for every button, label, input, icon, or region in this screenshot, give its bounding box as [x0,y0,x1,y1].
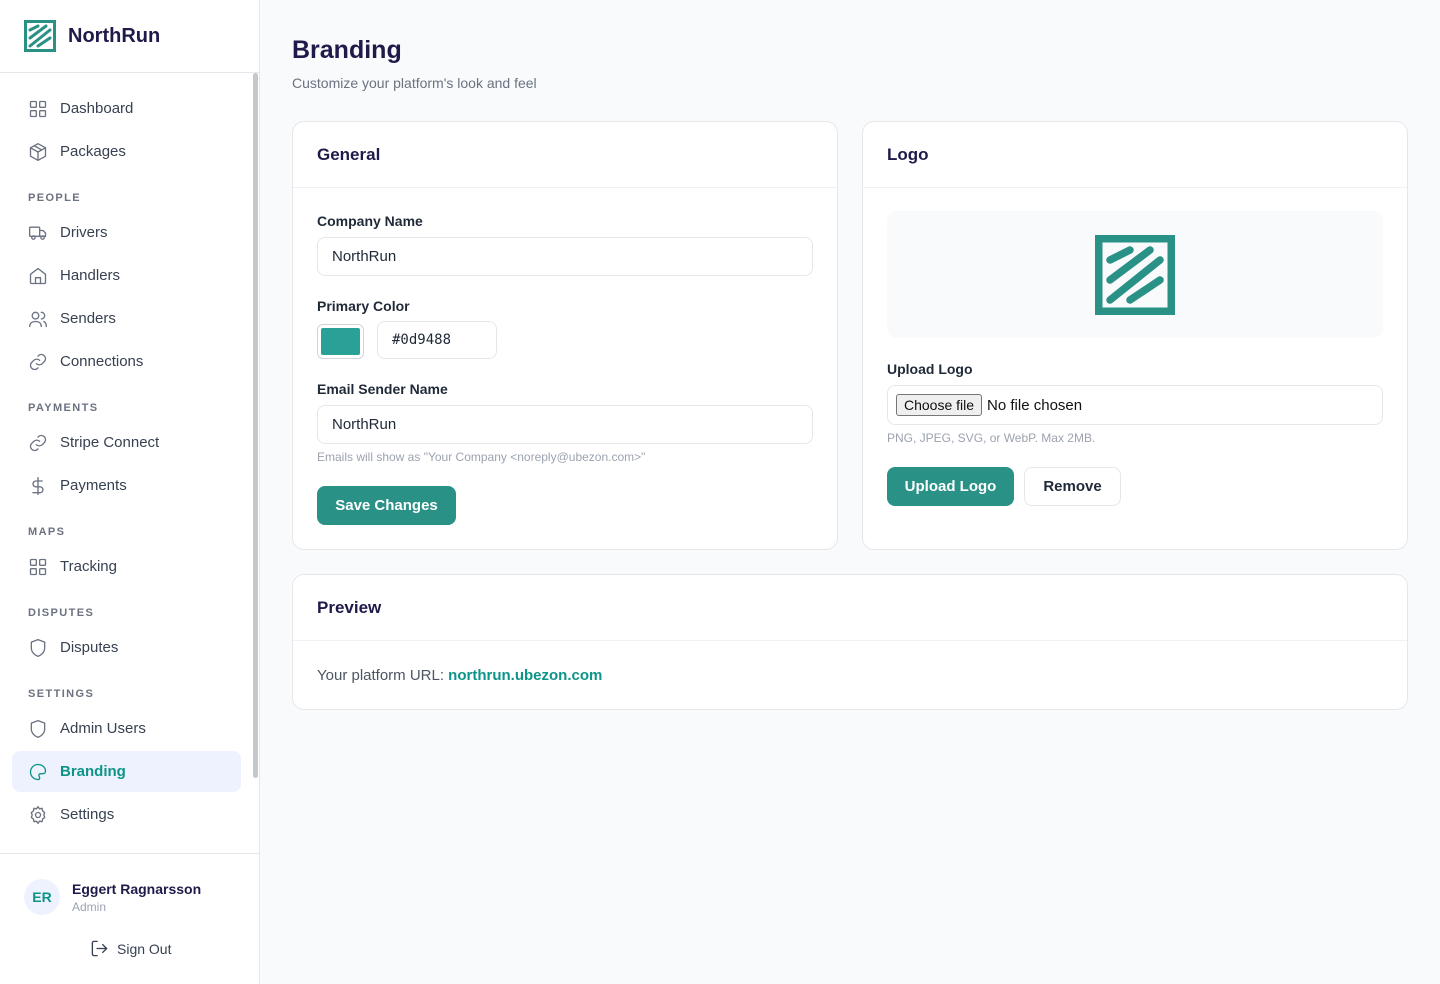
brand-name: NorthRun [68,24,161,47]
email-hint: Emails will show as "Your Company <norep… [317,450,646,464]
sidebar-item-admin-users[interactable]: Admin Users [12,708,241,749]
dollar-icon [32,476,44,495]
sign-out-button[interactable]: Sign Out [90,939,171,958]
sidebar-item-dashboard[interactable]: Dashboard [12,88,241,129]
avatar: ER [24,879,60,915]
sidebar-item-label: Drivers [60,224,108,241]
save-changes-button[interactable]: Save Changes [317,486,456,525]
sidebar-item-payments[interactable]: Payments [12,465,241,506]
primary-color-label: Primary Color [317,298,410,314]
logo-file-input[interactable]: Choose file No file chosen [887,385,1383,425]
nav-section-disputes: DISPUTES [28,607,95,619]
logo-hint: PNG, JPEG, SVG, or WebP. Max 2MB. [887,431,1096,445]
user-area: ER Eggert Ragnarsson Admin Sign Out [0,853,259,984]
sidebar-item-label: Senders [60,310,116,327]
company-name-label: Company Name [317,213,423,229]
grid-icon [29,100,47,117]
sidebar-item-drivers[interactable]: Drivers [12,212,241,253]
nav-section-settings: SETTINGS [28,688,95,700]
remove-logo-button[interactable]: Remove [1024,467,1121,506]
user-role: Admin [72,899,107,914]
link-icon [29,434,47,451]
palette-icon [29,763,47,780]
link-icon [29,353,47,370]
primary-color-hex-input[interactable] [377,321,497,359]
users-icon [29,311,47,327]
sidebar-item-settings[interactable]: Settings [12,794,241,835]
sidebar-scrollbar[interactable] [253,73,258,778]
choose-file-button[interactable]: Choose file [896,394,983,416]
page-subtitle: Customize your platform's look and feel [292,75,537,91]
shield-icon [30,719,46,738]
sidebar-item-label: Branding [60,763,126,780]
sidebar-nav: Dashboard Packages PEOPLE Drivers Handle… [12,88,241,837]
company-name-input[interactable] [317,237,813,276]
logo-preview [887,211,1383,338]
northrun-logo-icon [24,20,56,52]
user-profile: ER Eggert Ragnarsson Admin [24,879,201,915]
main-content: Branding Customize your platform's look … [260,0,1440,984]
sidebar-item-label: Disputes [60,639,119,656]
truck-icon [28,226,47,240]
sidebar-item-label: Stripe Connect [60,434,160,451]
nav-section-people: PEOPLE [28,192,82,204]
card-title: Preview [293,575,1407,641]
sidebar-item-branding[interactable]: Branding [12,751,241,792]
platform-url-link[interactable]: northrun.ubezon.com [448,667,602,684]
nav-section-payments: PAYMENTS [28,402,99,414]
logout-icon [91,940,108,957]
nav-section-maps: MAPS [28,526,66,538]
preview-card: Preview Your platform URL: northrun.ubez… [292,574,1408,710]
upload-logo-button[interactable]: Upload Logo [887,467,1014,506]
card-title: Logo [863,122,1407,188]
sidebar-item-disputes[interactable]: Disputes [12,627,241,668]
shield-icon [30,638,46,657]
northrun-logo-icon [1095,234,1175,315]
home-icon [29,267,47,284]
sidebar-item-label: Payments [60,477,127,494]
gear-icon [30,805,46,824]
grid-icon [29,558,47,575]
upload-logo-label: Upload Logo [887,361,973,377]
platform-url-label: Your platform URL: [317,667,449,684]
box-icon [29,142,47,161]
sign-out-label: Sign Out [117,940,172,957]
color-swatch [321,328,360,355]
sidebar-item-senders[interactable]: Senders [12,298,241,339]
sidebar-item-label: Dashboard [60,100,134,117]
platform-url-text: Your platform URL: northrun.ubezon.com [317,667,602,684]
general-card: General Company Name Primary Color Email… [292,121,838,550]
color-picker[interactable] [317,324,364,359]
sidebar-item-label: Tracking [60,558,117,575]
sidebar-item-stripe-connect[interactable]: Stripe Connect [12,422,241,463]
page-title: Branding [292,36,402,64]
sidebar-item-tracking[interactable]: Tracking [12,546,241,587]
user-name: Eggert Ragnarsson [72,880,202,897]
sidebar-item-label: Admin Users [60,720,146,737]
email-sender-label: Email Sender Name [317,381,448,397]
sidebar-item-label: Connections [60,353,144,370]
sidebar-item-connections[interactable]: Connections [12,341,241,382]
sidebar-item-label: Packages [60,143,126,160]
brand-header: NorthRun [0,0,259,73]
file-status: No file chosen [987,396,1083,414]
sidebar-item-label: Handlers [60,267,121,284]
logo-card: Logo Upload Logo Choose file No file cho… [862,121,1408,550]
card-title: General [293,122,837,188]
sidebar-item-label: Settings [60,806,115,823]
email-sender-input[interactable] [317,405,813,444]
sidebar-item-packages[interactable]: Packages [12,131,241,172]
sidebar: NorthRun Dashboard Packages PEOPLE Drive… [0,0,260,984]
sidebar-item-handlers[interactable]: Handlers [12,255,241,296]
